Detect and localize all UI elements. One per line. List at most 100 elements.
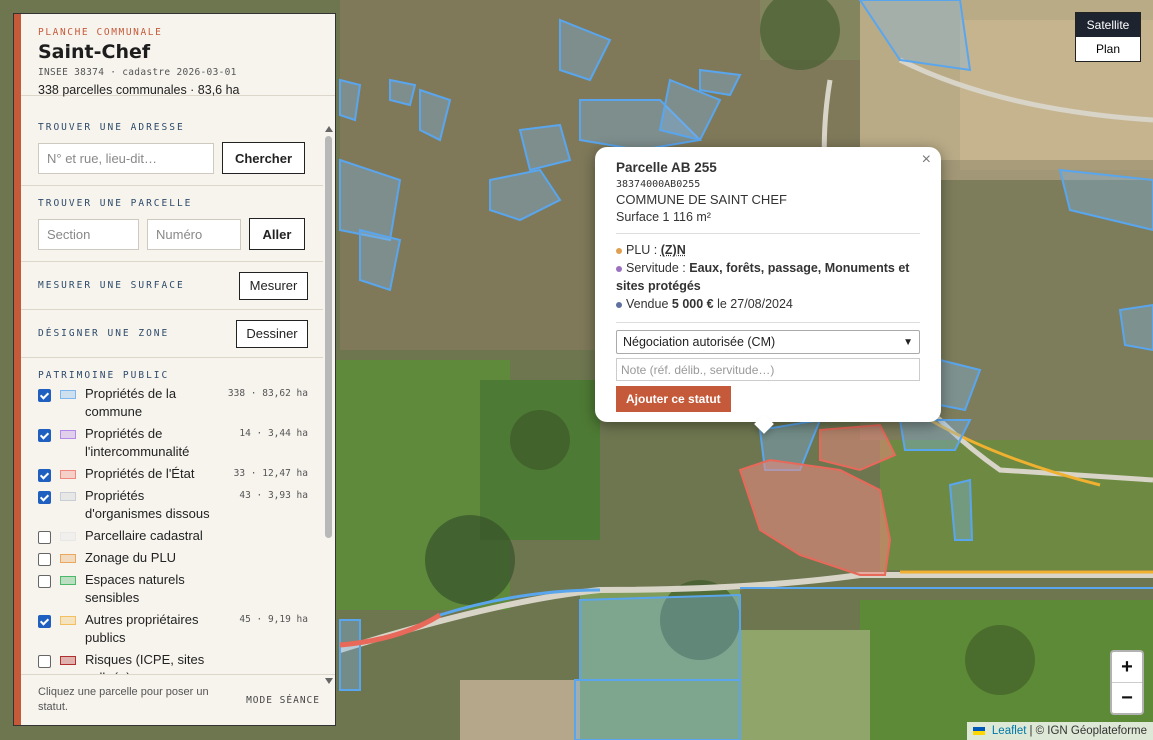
address-search-section: TROUVER UNE ADRESSE N° et rue, lieu-dit…… [21,110,323,186]
layer-row[interactable]: Risques (ICPE, sites pollués) [38,652,308,674]
panel-header: PLANCHE COMMUNALE Saint-Chef INSEE 38374… [21,14,335,97]
layer-name: Propriétés de l'intercommunalité [85,426,190,459]
layer-row[interactable]: Propriétés de l'État 33 · 12,47 ha [38,466,308,483]
layer-swatch-icon [60,616,76,625]
measure-button[interactable]: Mesurer [239,271,308,300]
servitude-dot-icon [616,265,622,272]
layer-swatch-icon [60,656,76,665]
status-select-value: Négociation autorisée (CM) [623,335,776,349]
zoom-out-button[interactable]: − [1112,683,1142,713]
layer-row[interactable]: Autres propriétaires publics 45 · 9,19 ha [38,612,308,647]
address-search-button[interactable]: Chercher [222,142,305,174]
patrimoine-section: PATRIMOINE PUBLIC Propriétés de la commu… [21,358,323,674]
layer-swatch-icon [60,470,76,479]
panel-kicker: PLANCHE COMMUNALE [38,27,163,38]
address-input[interactable]: N° et rue, lieu-dit… [38,142,214,174]
popup-parcel-id: 38374000AB0255 [616,179,701,190]
layer-stat: 43 · 3,93 ha [239,490,308,501]
status-note-input[interactable]: Note (réf. délib., servitude…) [616,358,920,381]
layer-checkbox[interactable] [38,531,51,544]
layer-checkbox[interactable] [38,655,51,668]
layer-swatch-icon [60,492,76,501]
layer-name: Espaces naturels sensibles [85,572,185,605]
layer-name: Risques (ICPE, sites pollués) [85,652,205,674]
layer-checkbox[interactable] [38,615,51,628]
layer-swatch-icon [60,576,76,585]
parcel-number-input[interactable]: Numéro [147,218,241,250]
commune-meta: INSEE 38374 · cadastre 2026-03-01 [38,67,237,78]
layer-stat: 338 · 83,62 ha [227,388,308,399]
layer-row[interactable]: Espaces naturels sensibles [38,572,308,607]
layer-checkbox[interactable] [38,429,51,442]
address-section-label: TROUVER UNE ADRESSE [38,122,185,133]
measure-section: MESURER UNE SURFACE Mesurer [21,262,323,310]
scrollbar-thumb[interactable] [325,136,332,538]
leaflet-link[interactable]: Leaflet [992,725,1027,737]
basemap-plan-button[interactable]: Plan [1076,37,1140,61]
panel-accent-bar [14,14,21,725]
plu-value[interactable]: (Z)N [661,243,686,257]
popup-close-icon[interactable]: × [922,151,931,169]
zone-section: DÉSIGNER UNE ZONE Dessiner [21,310,323,358]
popup-surface: Surface 1 116 m² [616,210,711,224]
layer-swatch-icon [60,554,76,563]
layer-name: Propriétés de l'État [85,466,195,481]
sale-date: le 27/08/2024 [717,297,793,311]
layer-name: Autres propriétaires publics [85,612,199,645]
layer-checkbox[interactable] [38,491,51,504]
parcel-search-section: TROUVER UNE PARCELLE Section Numéro Alle… [21,186,323,262]
side-panel: PLANCHE COMMUNALE Saint-Chef INSEE 38374… [13,13,336,726]
layer-checkbox[interactable] [38,389,51,402]
attribution-source: | © IGN Géoplateforme [1029,725,1147,737]
sale-prefix: Vendue [626,297,669,311]
panel-footer: Cliquez une parcelle pour poser un statu… [21,674,335,725]
session-mode-toggle[interactable]: MODE SÉANCE [246,695,320,706]
popup-servitude-line: Servitude : Eaux, forêts, passage, Monum… [616,259,920,295]
zoom-in-button[interactable]: + [1112,652,1142,683]
popup-divider [616,233,920,234]
layer-stat: 33 · 12,47 ha [233,468,308,479]
draw-zone-button[interactable]: Dessiner [236,319,308,348]
zone-section-label: DÉSIGNER UNE ZONE [38,328,170,339]
layer-stat: 45 · 9,19 ha [239,614,308,625]
layer-checkbox[interactable] [38,553,51,566]
popup-divider-2 [616,322,920,323]
layer-list: Propriétés de la commune 338 · 83,62 ha Pr… [38,386,308,674]
popup-parcel-title: Parcelle AB 255 [616,160,717,175]
layer-stat: 14 · 3,44 ha [239,428,308,439]
layer-row[interactable]: Parcellaire cadastral [38,528,308,545]
basemap-satellite-button[interactable]: Satellite [1076,13,1140,37]
layer-name: Zonage du PLU [85,550,177,565]
status-select[interactable]: Négociation autorisée (CM) ▼ [616,330,920,354]
panel-scrollbar[interactable] [325,126,333,684]
plu-dot-icon [616,247,622,254]
zoom-control: + − [1110,650,1144,715]
map-attribution: Leaflet | © IGN Géoplateforme [966,722,1153,740]
layer-row[interactable]: Zonage du PLU [38,550,308,567]
scroll-up-arrow-icon[interactable] [325,126,333,132]
layer-swatch-icon [60,430,76,439]
commune-title: Saint-Chef [38,41,151,63]
popup-owner: COMMUNE DE SAINT CHEF [616,192,787,207]
layer-name: Propriétés d'organismes dissous [85,488,210,521]
ukraine-flag-icon [972,727,985,735]
layer-row[interactable]: Propriétés d'organismes dissous 43 · 3,93… [38,488,308,523]
layer-swatch-icon [60,390,76,399]
layer-swatch-icon [60,532,76,541]
section-input[interactable]: Section [38,218,139,250]
parcel-popup: × Parcelle AB 255 38374000AB0255 COMMUNE… [595,147,941,434]
footer-hint: Cliquez une parcelle pour poser un statu… [38,686,209,713]
popup-sale-line: Vendue 5 000 € le 27/08/2024 [616,295,920,313]
measure-section-label: MESURER UNE SURFACE [38,280,185,291]
layer-checkbox[interactable] [38,469,51,482]
sale-price: 5 000 € [671,297,714,311]
panel-scroll-area[interactable]: TROUVER UNE ADRESSE N° et rue, lieu-dit…… [21,110,323,674]
layer-checkbox[interactable] [38,575,51,588]
basemap-switcher: Satellite Plan [1075,12,1141,62]
parcel-summary: 338 parcelles communales · 83,6 ha [38,83,240,97]
parcel-go-button[interactable]: Aller [249,218,305,250]
add-status-button[interactable]: Ajouter ce statut [616,386,731,412]
layer-name: Propriétés de la commune [85,386,177,419]
layer-row[interactable]: Propriétés de l'intercommunalité 14 · 3,4… [38,426,308,461]
layer-row[interactable]: Propriétés de la commune 338 · 83,62 ha [38,386,308,421]
